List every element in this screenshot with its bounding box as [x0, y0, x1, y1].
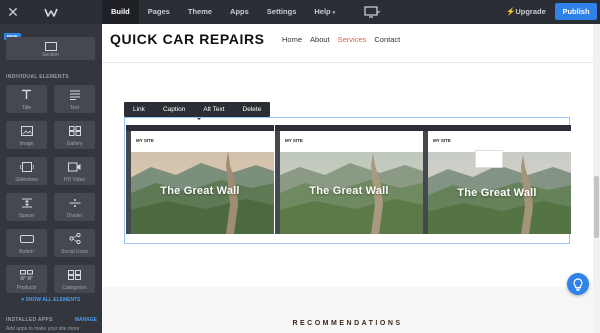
element-label: Divider [66, 213, 83, 219]
toolbar-caption-button[interactable]: Caption [154, 102, 194, 117]
element-label: Gallery [66, 141, 83, 147]
element-text[interactable]: Text [54, 85, 95, 113]
nav-theme[interactable]: Theme [179, 0, 221, 24]
share-icon [54, 232, 95, 245]
preview-sidebar [275, 131, 280, 234]
preview-site-title: MY SITE [285, 138, 303, 143]
button-icon [6, 232, 47, 245]
show-all-label: SHOW ALL ELEMENTS [25, 297, 81, 303]
apps-hint-text: Add apps to make your site more [6, 326, 80, 332]
image-toolbar: Link Caption Alt Text Delete [124, 102, 271, 117]
preview-dropdown [475, 150, 503, 168]
desktop-preview-icon[interactable] [362, 5, 381, 19]
element-label: Image [19, 141, 34, 147]
weebly-logo-icon[interactable] [44, 5, 58, 19]
element-spacer[interactable]: Spacer [6, 193, 47, 221]
element-slideshow[interactable]: Slideshow [6, 157, 47, 185]
element-section[interactable]: Section [6, 37, 95, 60]
preview-sidebar [423, 131, 428, 234]
header-divider [102, 62, 593, 63]
element-hd-video[interactable]: HD Video [54, 157, 95, 185]
top-bar: ✕ Build Pages Theme Apps Settings Help ▾ … [0, 0, 600, 24]
gallery-image-1[interactable]: MY SITE The Great Wall [126, 125, 274, 234]
chevron-down-icon: ▾ [332, 10, 336, 16]
image-icon [6, 124, 47, 137]
close-icon[interactable]: ✕ [6, 5, 20, 19]
element-label: Spacer [18, 213, 35, 219]
element-label: Title [21, 105, 32, 111]
element-label: Categories [62, 285, 87, 291]
recommendations-heading[interactable]: RECOMMENDATIONS [102, 320, 593, 327]
element-label: Text [69, 105, 80, 111]
show-all-elements-link[interactable]: ▾ SHOW ALL ELEMENTS [0, 297, 102, 303]
divider-icon [54, 196, 95, 209]
element-button[interactable]: Button [6, 229, 47, 257]
nav-help[interactable]: Help ▾ [305, 0, 344, 24]
site-nav-home[interactable]: Home [282, 35, 302, 44]
image-caption: The Great Wall [309, 185, 389, 197]
toolbar-link-button[interactable]: Link [124, 102, 154, 117]
installed-apps-heading: INSTALLED APPS [6, 317, 53, 323]
nav-help-label: Help [314, 7, 331, 16]
site-nav-about[interactable]: About [310, 35, 330, 44]
lightbulb-icon [573, 277, 583, 291]
nav-apps[interactable]: Apps [221, 0, 258, 24]
element-divider[interactable]: Divider [54, 193, 95, 221]
elements-sidebar: NEW Section INDIVIDUAL ELEMENTS Title Te… [0, 24, 102, 333]
upgrade-link[interactable]: ⚡Upgrade [506, 0, 546, 24]
element-label: Slideshow [15, 177, 38, 183]
bolt-icon: ⚡ [506, 7, 516, 16]
site-nav-services[interactable]: Services [338, 35, 367, 44]
toolbar-delete-button[interactable]: Delete [234, 102, 271, 117]
publish-button[interactable]: Publish [555, 3, 597, 20]
element-gallery[interactable]: Gallery [54, 121, 95, 149]
element-products[interactable]: Products [6, 265, 47, 293]
categories-icon [54, 268, 95, 281]
element-label: Button [19, 249, 34, 255]
site-nav-contact[interactable]: Contact [374, 35, 400, 44]
gallery-image-3[interactable]: MY SITE The Great Wall [423, 125, 571, 234]
video-icon [54, 160, 95, 173]
element-label: Section [42, 52, 59, 58]
nav-settings[interactable]: Settings [258, 0, 306, 24]
element-title[interactable]: Title [6, 85, 47, 113]
element-label: Social Icons [61, 249, 88, 255]
manage-apps-link[interactable]: MANAGE [75, 317, 97, 323]
element-label: HD Video [63, 177, 86, 183]
nav-pages[interactable]: Pages [139, 0, 179, 24]
preview-sidebar [126, 131, 131, 234]
image-caption: The Great Wall [160, 185, 240, 197]
image-caption: The Great Wall [457, 187, 537, 199]
element-label: Products [16, 285, 37, 291]
title-icon [6, 88, 47, 101]
site-nav: Home About Services Contact [282, 35, 400, 44]
element-image[interactable]: Image [6, 121, 47, 149]
gallery-icon [54, 124, 95, 137]
help-button[interactable] [567, 273, 589, 295]
gallery-image-2[interactable]: MY SITE The Great Wall [275, 125, 423, 234]
individual-elements-heading: INDIVIDUAL ELEMENTS [6, 74, 69, 80]
products-icon [6, 268, 47, 281]
upgrade-label: Upgrade [515, 7, 546, 16]
element-categories[interactable]: Categories [54, 265, 95, 293]
site-title[interactable]: QUICK CAR REPAIRS [110, 31, 265, 47]
nav-build[interactable]: Build [102, 0, 139, 24]
text-icon [54, 88, 95, 101]
toolbar-alt-text-button[interactable]: Alt Text [194, 102, 233, 117]
preview-site-title: MY SITE [136, 138, 154, 143]
element-social-icons[interactable]: Social Icons [54, 229, 95, 257]
spacer-icon [6, 196, 47, 209]
slideshow-icon [6, 160, 47, 173]
editor-nav: Build Pages Theme Apps Settings Help ▾ [102, 0, 344, 24]
scrollbar-thumb[interactable] [594, 176, 599, 238]
preview-site-title: MY SITE [433, 138, 451, 143]
